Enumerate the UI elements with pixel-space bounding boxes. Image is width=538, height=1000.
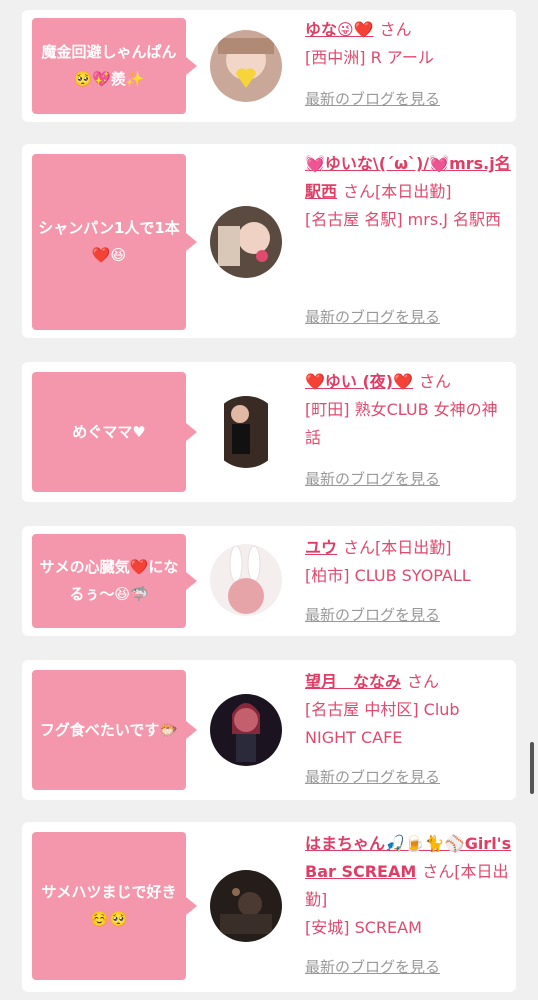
user-name-link[interactable]: 望月 ななみ bbox=[305, 672, 401, 691]
message-bubble: フグ食べたいです🐡 bbox=[32, 670, 197, 790]
blog-link[interactable]: 最新のブログを見る bbox=[305, 88, 440, 109]
message-bubble: シャンパン1人で1本❤️😆 bbox=[32, 154, 197, 330]
avatar[interactable] bbox=[210, 206, 282, 278]
honorific: さん bbox=[407, 672, 440, 691]
blog-link[interactable]: 最新のブログを見る bbox=[305, 468, 440, 489]
card: シャンパン1人で1本❤️😆 💓ゆいな\(´ω`)/💓mrs.j名駅西 さん[本日出… bbox=[22, 144, 516, 338]
user-name-link[interactable]: ユウ bbox=[305, 538, 337, 557]
honorific: さん bbox=[419, 372, 452, 391]
avatar[interactable] bbox=[210, 694, 282, 766]
card: 魔金回避しゃんぱん🥺💖羨✨ ゆな😜❤️ さん [西中洲] R アール 最新のブログ… bbox=[22, 10, 516, 122]
blog-link[interactable]: 最新のブログを見る bbox=[305, 604, 440, 625]
message-bubble: 魔金回避しゃんぱん🥺💖羨✨ bbox=[32, 18, 197, 114]
shop-name: [安城] SCREAM bbox=[305, 918, 422, 937]
blog-link[interactable]: 最新のブログを見る bbox=[305, 766, 440, 787]
honorific: さん[本日出勤] bbox=[343, 182, 452, 201]
shop-name: [西中洲] R アール bbox=[305, 48, 434, 67]
message-bubble: サメの心臓気❤️になるぅ〜😆🦈 bbox=[32, 534, 197, 628]
blog-link[interactable]: 最新のブログを見る bbox=[305, 956, 440, 977]
avatar[interactable] bbox=[210, 544, 282, 616]
scrollbar[interactable] bbox=[530, 742, 534, 794]
avatar-photo-yu bbox=[210, 544, 282, 616]
shop-name: [町田] 熟女CLUB 女神の神話 bbox=[305, 400, 498, 447]
blog-link[interactable]: 最新のブログを見る bbox=[305, 306, 440, 327]
message-bubble: サメハツまじで好き☺️🥺 bbox=[32, 832, 197, 980]
avatar[interactable] bbox=[210, 30, 282, 102]
shop-name: [柏市] CLUB SYOPALL bbox=[305, 566, 471, 585]
avatar[interactable] bbox=[210, 870, 282, 942]
card: サメハツまじで好き☺️🥺 はまちゃん🎣🍺🐈⚾️Girl's Bar SCREAM… bbox=[22, 822, 516, 992]
card: めぐママ♥ ❤️ゆい (夜)❤️ さん [町田] 熟女CLUB 女神の神話 最新の… bbox=[22, 362, 516, 502]
shop-name: [名古屋 名駅] mrs.J 名駅西 bbox=[305, 210, 502, 229]
honorific: さん[本日出勤] bbox=[343, 538, 452, 557]
avatar-photo-nanami bbox=[210, 694, 282, 766]
avatar[interactable] bbox=[210, 396, 282, 468]
avatar-photo-hamachan bbox=[210, 870, 282, 942]
message-bubble: めぐママ♥ bbox=[32, 372, 197, 492]
user-name-link[interactable]: ゆな😜❤️ bbox=[305, 20, 374, 39]
card: フグ食べたいです🐡 望月 ななみ さん [名古屋 中村区] Club NIGHT … bbox=[22, 660, 516, 800]
card: サメの心臓気❤️になるぅ〜😆🦈 ユウ さん[本日出勤] [柏市] CLUB SYO… bbox=[22, 526, 516, 636]
avatar-photo-yuna bbox=[210, 30, 282, 102]
user-name-link[interactable]: ❤️ゆい (夜)❤️ bbox=[305, 372, 413, 391]
shop-name: [名古屋 中村区] Club NIGHT CAFE bbox=[305, 700, 460, 747]
honorific: さん bbox=[379, 20, 412, 39]
avatar-photo-yui bbox=[210, 396, 282, 468]
avatar-photo-yuina bbox=[210, 206, 282, 278]
